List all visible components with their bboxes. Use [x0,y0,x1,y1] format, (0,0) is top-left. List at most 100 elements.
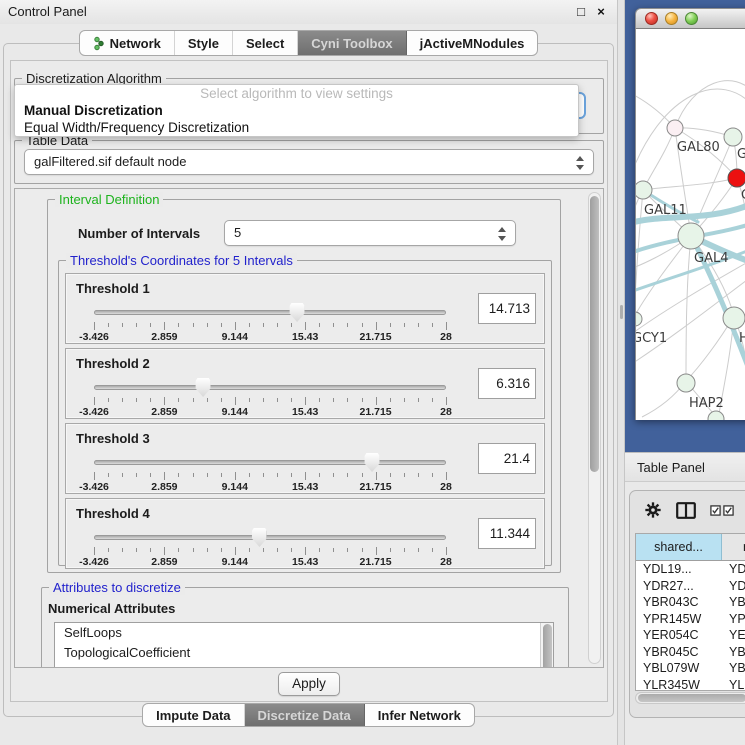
threshold-panel-1: Threshold 1-3.4262.8599.14415.4321.71528… [65,273,545,344]
threshold-value-field[interactable]: 14.713 [478,293,536,324]
table-row[interactable]: YER054CYER0 [636,627,745,644]
slider-track[interactable] [94,310,446,315]
table-data-combobox[interactable]: galFiltered.sif default node [24,149,594,175]
node-label: GAL4 [694,251,728,266]
threshold-slider[interactable]: -3.4262.8599.14415.4321.71528 [94,300,446,344]
network-node-c[interactable] [728,169,745,187]
attribute-item-selfloops[interactable]: SelfLoops [55,623,553,643]
table-hscrollbar[interactable] [635,692,745,704]
slider-thumb[interactable] [252,528,267,547]
tab-select[interactable]: Select [233,31,298,55]
cell-name: YLR3 [722,677,745,692]
table-row[interactable]: YBR043CYBR0 [636,594,745,611]
column-header-name[interactable]: na [722,534,745,560]
dropdown-prompt: Select algorithm to view settings [15,85,578,102]
interval-definition-title: Interval Definition [55,192,163,207]
slider-tick-labels: -3.4262.8599.14415.4321.71528 [94,481,446,493]
attribute-item-betweennesscentrality[interactable]: BetweennessCentrality [55,663,553,668]
network-node-gal80[interactable] [667,120,683,136]
tab-style[interactable]: Style [175,31,233,55]
list-scrollbar[interactable] [540,623,553,668]
cell-shared-name: YBR045C [636,644,722,661]
tab-jactivemnodules[interactable]: jActiveMNodules [407,31,538,55]
threshold-value-field[interactable]: 21.4 [478,443,536,474]
tab-label: Select [246,36,284,51]
tab-label: Infer Network [378,708,461,723]
threshold-slider[interactable]: -3.4262.8599.14415.4321.71528 [94,375,446,419]
table-data-combobox-value: galFiltered.sif default node [34,154,186,169]
network-edge [636,190,643,317]
bottom-tab-discretize-data[interactable]: Discretize Data [245,704,365,726]
settings-scrollbar[interactable] [588,192,601,664]
column-header-shared-name[interactable]: shared... [636,534,722,560]
network-edge [643,178,737,190]
divider-grip-icon[interactable] [620,305,623,319]
checkbox-icon[interactable] [710,505,721,516]
apply-button[interactable]: Apply [278,672,340,696]
gear-icon[interactable] [644,501,662,519]
tab-label: Discretize Data [258,708,351,723]
bottom-tab-impute-data[interactable]: Impute Data [143,704,244,726]
checkbox-icon[interactable] [723,505,734,516]
split-columns-icon[interactable] [676,502,696,519]
table-row[interactable]: YPR145WYPR1 [636,611,745,628]
pane-divider[interactable] [617,0,625,745]
node-label: GAL80 [677,140,720,155]
table-row[interactable]: YDL19...YDL1 [636,561,745,578]
cell-name: YBR0 [722,644,745,661]
network-node[interactable] [708,411,724,420]
bottom-tab-bar: Impute Data Discretize Data Infer Network [0,703,617,727]
number-of-intervals-label: Number of Intervals [78,226,200,241]
minimize-traffic-light[interactable] [665,12,678,25]
cell-name: YPR1 [722,611,745,628]
network-node-ga[interactable] [724,128,742,146]
zoom-traffic-light[interactable] [685,12,698,25]
cell-name: YDR2 [722,578,745,595]
threshold-value-field[interactable]: 6.316 [478,368,536,399]
dropdown-option-equal-width-frequency[interactable]: Equal Width/Frequency Discretization [15,119,578,136]
control-panel-tab-bar: Network Style Select Cyni ToolboxjActiveMNo… [0,30,617,56]
cell-shared-name: YER054C [636,627,722,644]
threshold-value-field[interactable]: 11.344 [478,518,536,549]
threshold-slider[interactable]: -3.4262.8599.14415.4321.71528 [94,525,446,569]
network-canvas[interactable]: GAL80GACGAL11GAL4GCY1HHAP2 [635,29,745,420]
slider-thumb[interactable] [196,378,211,397]
slider-thumb[interactable] [290,303,305,322]
tab-label: Style [188,36,219,51]
tab-network[interactable]: Network [80,31,175,55]
network-node-gal4[interactable] [678,223,704,249]
close-traffic-light[interactable] [645,12,658,25]
cell-name: YBL0 [722,660,745,677]
network-icon [93,36,105,51]
network-node-gcy1[interactable] [636,312,642,326]
table-row[interactable]: YBL079WYBL0 [636,660,745,677]
network-node-hap2[interactable] [677,374,695,392]
combobox-arrows-icon [498,226,507,242]
table-row[interactable]: YLR345WYLR3 [636,677,745,692]
table-row[interactable]: YDR27...YDR2 [636,578,745,595]
bottom-tab-infer-network[interactable]: Infer Network [365,704,474,726]
network-node-h[interactable] [723,307,745,329]
threshold-slider[interactable]: -3.4262.8599.14415.4321.71528 [94,450,446,494]
network-node-gal11[interactable] [636,181,652,199]
tab-cyni-toolbox[interactable]: Cyni Toolbox [298,31,406,55]
threshold-label: Threshold 3 [76,431,150,446]
attribute-item-topologicalcoefficient[interactable]: TopologicalCoefficient [55,643,553,663]
slider-thumb[interactable] [365,453,380,472]
node-label: GCY1 [636,331,667,346]
float-icon[interactable]: □ [573,4,589,20]
cell-name: YBR0 [722,594,745,611]
slider-track[interactable] [94,460,446,465]
node-label: C [741,188,745,203]
algorithm-dropdown-popup: Select algorithm to view settings Manual… [14,84,579,137]
slider-track[interactable] [94,385,446,390]
interval-definition-group: Interval Definition Number of Intervals … [47,199,561,573]
slider-track[interactable] [94,535,446,540]
cell-name: YER0 [722,627,745,644]
table-row[interactable]: YBR045CYBR0 [636,644,745,661]
number-of-intervals-combobox[interactable]: 5 [224,220,516,246]
threshold-panel-2: Threshold 2-3.4262.8599.14415.4321.71528… [65,348,545,419]
network-window-titlebar[interactable] [635,8,745,29]
close-icon[interactable]: × [593,4,609,20]
dropdown-option-manual-discretization[interactable]: Manual Discretization [15,102,578,119]
